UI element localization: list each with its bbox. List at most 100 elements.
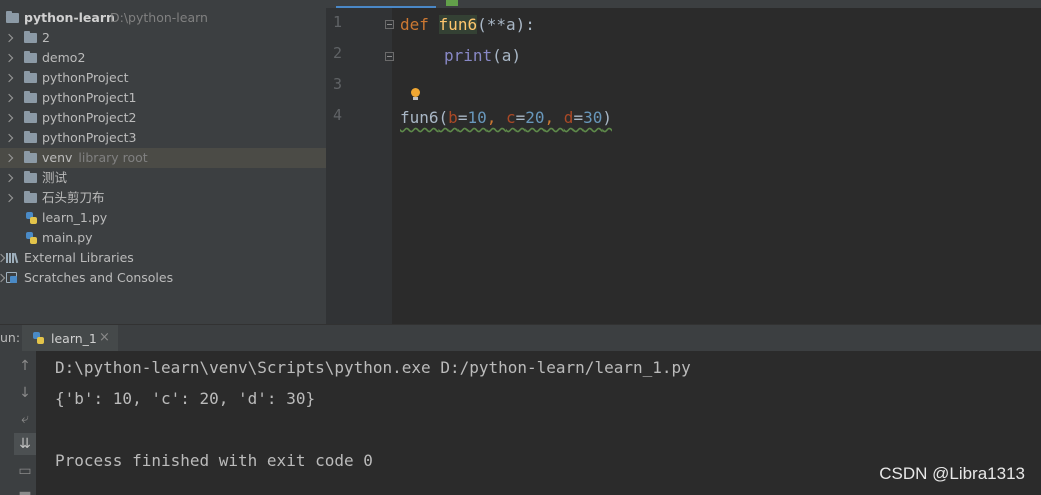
chevron-right-icon[interactable] bbox=[0, 253, 6, 263]
warning-underlined-call[interactable]: fun6(b=10, c=20, d=30) bbox=[400, 108, 612, 127]
tree-item-label: pythonProject1 bbox=[42, 90, 137, 105]
line-number: 1 bbox=[332, 13, 342, 31]
tree-item-test[interactable]: 测试 bbox=[0, 168, 326, 188]
close-icon[interactable]: × bbox=[99, 330, 110, 345]
folder-icon bbox=[24, 91, 37, 103]
project-tree: python-learn D:\python-learn 2 demo2 pyt… bbox=[0, 0, 326, 324]
folder-icon bbox=[24, 191, 37, 203]
code-editor[interactable]: 1 2 3 4 def fun6(**a): print(a) fun6(b=1… bbox=[326, 0, 1041, 324]
keyword-arg-c: c bbox=[505, 108, 516, 127]
tree-item-label: learn_1.py bbox=[42, 210, 108, 225]
tree-item-pythonproject[interactable]: pythonProject bbox=[0, 68, 326, 88]
run-tab-label: learn_1 bbox=[51, 331, 97, 346]
line-number: 4 bbox=[332, 106, 342, 124]
tree-item-pythonproject2[interactable]: pythonProject2 bbox=[0, 108, 326, 128]
equals-sign: = bbox=[515, 108, 526, 127]
ide-window: python-learn D:\python-learn 2 demo2 pyt… bbox=[0, 0, 1041, 495]
print-icon[interactable]: ▭ bbox=[14, 460, 36, 482]
folder-icon bbox=[24, 151, 37, 163]
code-line-4: fun6(b=10, c=20, d=30) bbox=[400, 105, 612, 131]
tree-item-demo2[interactable]: demo2 bbox=[0, 48, 326, 68]
chevron-right-icon[interactable] bbox=[4, 93, 14, 103]
arrow-up-icon[interactable]: ↑ bbox=[14, 355, 36, 377]
equals-sign: = bbox=[573, 108, 584, 127]
soft-wrap-icon[interactable]: ⤶ bbox=[14, 408, 36, 430]
keyword-arg-b: b bbox=[448, 108, 458, 127]
chevron-right-icon[interactable] bbox=[4, 33, 14, 43]
tree-item-pythonproject1[interactable]: pythonProject1 bbox=[0, 88, 326, 108]
run-toolbar: ↑ ↓ ⤶ ⇊ ▭ ▬ bbox=[0, 351, 36, 495]
editor-gutter: 1 2 3 4 bbox=[326, 8, 394, 324]
arrow-down-icon[interactable]: ↓ bbox=[14, 382, 36, 404]
equals-sign: = bbox=[457, 108, 468, 127]
code-text: (a) bbox=[492, 46, 522, 65]
folder-icon bbox=[24, 171, 37, 183]
chevron-right-icon[interactable] bbox=[4, 193, 14, 203]
scratches-icon bbox=[6, 272, 18, 284]
chevron-right-icon[interactable] bbox=[0, 273, 6, 283]
tree-item-label: 石头剪刀布 bbox=[42, 190, 105, 205]
tree-item-label: main.py bbox=[42, 230, 93, 245]
builtin-print: print bbox=[444, 46, 493, 65]
tree-root[interactable]: python-learn D:\python-learn bbox=[0, 8, 326, 28]
chevron-right-icon[interactable] bbox=[4, 133, 14, 143]
editor-tab-strip[interactable] bbox=[326, 0, 1041, 8]
project-root-path: D:\python-learn bbox=[110, 10, 208, 25]
chevron-right-icon[interactable] bbox=[4, 173, 14, 183]
python-file-icon bbox=[32, 331, 45, 345]
fold-marker-icon[interactable] bbox=[385, 52, 394, 61]
chevron-right-icon[interactable] bbox=[4, 73, 14, 83]
code-area[interactable]: def fun6(**a): print(a) fun6(b=10, c=20,… bbox=[400, 8, 1030, 324]
tree-item-main-py[interactable]: main.py bbox=[0, 228, 326, 248]
library-root-hint: library root bbox=[78, 150, 148, 165]
line-number: 3 bbox=[332, 75, 342, 93]
tree-item-label: pythonProject bbox=[42, 70, 129, 85]
run-tab-learn-1[interactable]: learn_1 × bbox=[22, 325, 118, 351]
separator: , bbox=[486, 108, 506, 127]
console-line: D:\python-learn\venv\Scripts\python.exe … bbox=[55, 358, 691, 377]
folder-icon bbox=[24, 111, 37, 123]
code-line-1: def fun6(**a): bbox=[400, 12, 535, 38]
tree-item-label: pythonProject2 bbox=[42, 110, 137, 125]
tree-item-label: External Libraries bbox=[24, 250, 134, 265]
tree-item-venv[interactable]: venv library root bbox=[0, 148, 326, 168]
watermark: CSDN @Libra1313 bbox=[879, 464, 1025, 483]
run-panel-header: un: learn_1 × bbox=[0, 324, 1041, 351]
tree-item-learn-1-py[interactable]: learn_1.py bbox=[0, 208, 326, 228]
scroll-to-end-icon[interactable]: ⇊ bbox=[14, 433, 36, 455]
fold-marker-icon[interactable] bbox=[385, 20, 394, 29]
folder-icon bbox=[24, 71, 37, 83]
tree-item-2[interactable]: 2 bbox=[0, 28, 326, 48]
folder-icon bbox=[6, 11, 19, 23]
keyword-def: def bbox=[400, 15, 429, 34]
paren-close: ) bbox=[602, 108, 612, 127]
tree-item-label: pythonProject3 bbox=[42, 130, 137, 145]
tree-item-venv-text: venv library root bbox=[42, 148, 148, 168]
folder-icon bbox=[24, 51, 37, 63]
chevron-right-icon[interactable] bbox=[4, 153, 14, 163]
code-text: (**a): bbox=[477, 15, 535, 34]
tree-item-pythonproject3[interactable]: pythonProject3 bbox=[0, 128, 326, 148]
folder-icon bbox=[24, 31, 37, 43]
console-line: Process finished with exit code 0 bbox=[55, 451, 373, 470]
tree-item-label: demo2 bbox=[42, 50, 86, 65]
library-icon bbox=[6, 252, 19, 264]
tree-item-rps[interactable]: 石头剪刀布 bbox=[0, 188, 326, 208]
tree-item-label: venv bbox=[42, 150, 73, 165]
console-line: {'b': 10, 'c': 20, 'd': 30} bbox=[55, 389, 316, 408]
python-file-icon bbox=[25, 211, 38, 225]
number-20: 20 bbox=[525, 108, 545, 127]
number-10: 10 bbox=[467, 108, 487, 127]
code-line-2: print(a) bbox=[444, 43, 521, 69]
chevron-right-icon[interactable] bbox=[4, 53, 14, 63]
tree-item-scratches[interactable]: Scratches and Consoles bbox=[0, 268, 326, 288]
keyword-arg-d: d bbox=[563, 108, 574, 127]
function-call: fun6 bbox=[400, 108, 439, 127]
tree-item-external-libraries[interactable]: External Libraries bbox=[0, 248, 326, 268]
folder-icon bbox=[24, 131, 37, 143]
chevron-right-icon[interactable] bbox=[4, 113, 14, 123]
number-30: 30 bbox=[583, 108, 603, 127]
paren-open: ( bbox=[438, 108, 449, 127]
project-root-name: python-learn bbox=[24, 10, 115, 25]
delete-icon[interactable]: ▬ bbox=[14, 483, 36, 495]
